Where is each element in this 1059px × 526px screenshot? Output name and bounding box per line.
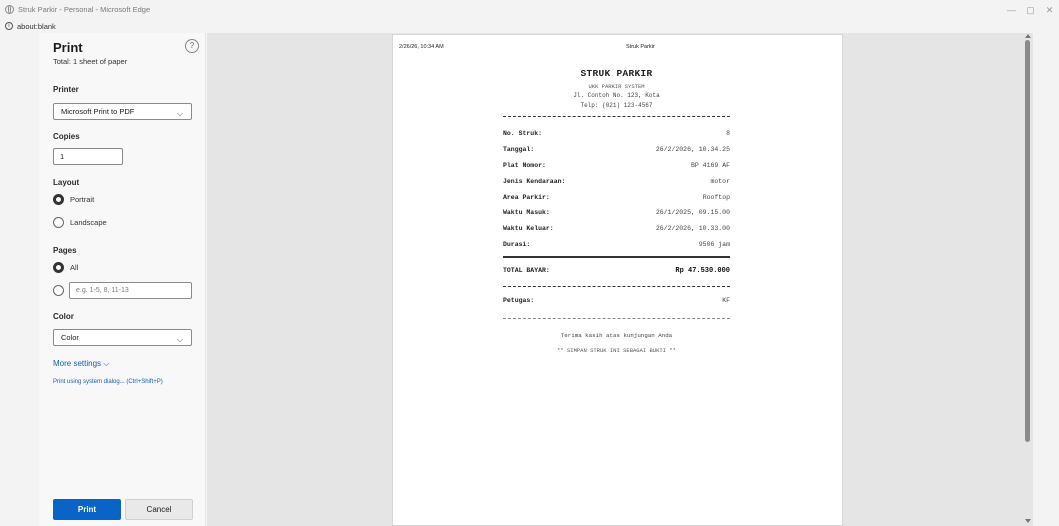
cancel-button[interactable]: Cancel [125, 499, 193, 520]
row-value: 26/2/2026, 10.33.00 [655, 225, 730, 232]
restore-button[interactable]: ▢ [1021, 3, 1040, 17]
receipt-row: No. Struk: 8 [503, 130, 730, 137]
row-key: Waktu Keluar: [503, 225, 554, 232]
sheet-count: Total: 1 sheet of paper [53, 57, 128, 66]
receipt-thin-divider [503, 318, 730, 319]
radio-unselected-icon [53, 217, 64, 228]
system-dialog-link[interactable]: Print using system dialog... (Ctrl+Shift… [53, 379, 163, 385]
radio-selected-icon [53, 262, 64, 273]
receipt-address: Jl. Contoh No. 123, Kota [573, 92, 660, 99]
row-key: Waktu Masuk: [503, 209, 550, 216]
landscape-label: Landscape [70, 218, 107, 227]
receipt-row: Waktu Keluar: 26/2/2026, 10.33.00 [503, 225, 730, 232]
page-header-title: Struk Parkir [626, 44, 655, 50]
receipt-row: Tanggal: 26/2/2026, 10.34.25 [503, 146, 730, 153]
row-value: 9506 jam [698, 241, 730, 248]
officer-label: Petugas: [503, 297, 535, 304]
row-key: Tanggal: [503, 146, 535, 153]
receipt-divider [503, 116, 730, 117]
row-value: BP 4169 AF [690, 162, 730, 169]
chevron-down-icon: ⌵ [176, 109, 183, 118]
receipt-officer-row: Petugas: KF [503, 297, 730, 304]
info-icon[interactable]: i [5, 22, 13, 30]
row-key: Plat Nomor: [503, 162, 546, 169]
portrait-label: Portrait [70, 195, 95, 204]
preview-scrollbar[interactable] [1023, 33, 1033, 526]
window-title-text: Struk Parkir - Personal - Microsoft Edge [18, 5, 151, 14]
receipt-row: Jenis Kendaraan: motor [503, 178, 730, 185]
receipt-row: Plat Nomor: BP 4169 AF [503, 162, 730, 169]
preview-page: 2/26/26, 10:34 AM Struk Parkir STRUK PAR… [392, 34, 843, 526]
row-value: 26/2/2026, 10.34.25 [655, 146, 730, 153]
pages-custom-radio[interactable] [53, 285, 64, 296]
window-title: Struk Parkir - Personal - Microsoft Edge [5, 5, 150, 14]
radio-selected-icon [53, 194, 64, 205]
color-select[interactable]: Color ⌵ [53, 329, 192, 346]
pages-label: Pages [53, 246, 77, 255]
radio-unselected-icon [53, 285, 64, 296]
copies-input[interactable]: 1 [53, 148, 123, 165]
pages-range-input[interactable]: e.g. 1-5, 8, 11-13 [69, 282, 192, 299]
window-controls: — ▢ ✕ [1002, 3, 1059, 17]
help-icon[interactable]: ? [185, 39, 199, 53]
receipt-solid-divider [503, 256, 730, 258]
row-value: Rooftop [702, 194, 730, 201]
pages-all-radio[interactable]: All [53, 262, 78, 273]
receipt-system-name: UKK PARKIR SYSTEM [588, 83, 645, 90]
globe-icon [5, 5, 14, 14]
printer-value: Microsoft Print to PDF [61, 107, 135, 116]
receipt-row: Waktu Masuk: 26/1/2025, 09.15.00 [503, 209, 730, 216]
receipt-phone: Telp: (021) 123-4567 [580, 102, 653, 109]
officer-value: KF [722, 297, 730, 304]
address-url[interactable]: about:blank [17, 22, 56, 31]
print-title: Print [53, 40, 83, 55]
scroll-up-icon[interactable] [1025, 34, 1031, 38]
row-value: motor [710, 178, 730, 185]
pages-all-label: All [70, 263, 79, 272]
chevron-down-icon: ⌵ [176, 335, 183, 344]
title-bar: Struk Parkir - Personal - Microsoft Edge… [0, 0, 1059, 21]
receipt-thanks: Terima kasih atas kunjungan Anda [560, 332, 673, 339]
minimize-button[interactable]: — [1002, 3, 1021, 17]
printer-label: Printer [53, 85, 79, 94]
row-value: 26/1/2025, 09.15.00 [655, 209, 730, 216]
scroll-down-icon[interactable] [1025, 519, 1031, 523]
layout-label: Layout [53, 178, 80, 187]
print-preview-area: 2/26/26, 10:34 AM Struk Parkir STRUK PAR… [207, 33, 1033, 526]
more-settings-link[interactable]: More settings ⌵ [53, 359, 109, 369]
total-label: TOTAL BAYAR: [503, 267, 550, 274]
layout-portrait-radio[interactable]: Portrait [53, 194, 94, 205]
scroll-thumb[interactable] [1025, 40, 1030, 442]
receipt-title: STRUK PARKIR [580, 68, 653, 79]
row-key: Durasi: [503, 241, 531, 248]
color-label: Color [53, 312, 74, 321]
receipt-row: Area Parkir: Rooftop [503, 194, 730, 201]
receipt-divider [503, 286, 730, 287]
color-value: Color [61, 333, 79, 342]
row-key: No. Struk: [503, 130, 543, 137]
layout-landscape-radio[interactable]: Landscape [53, 217, 107, 228]
address-bar: i about:blank [0, 21, 1059, 33]
page-header-date: 2/26/26, 10:34 AM [399, 44, 444, 50]
receipt-total-row: TOTAL BAYAR: Rp 47.530.000 [503, 267, 730, 275]
row-key: Area Parkir: [503, 194, 550, 201]
row-value: 8 [726, 130, 730, 137]
print-button[interactable]: Print [53, 499, 121, 520]
copies-label: Copies [53, 132, 80, 141]
print-settings-panel: Print Total: 1 sheet of paper ? Printer … [39, 33, 206, 526]
receipt-keep-note: ** SIMPAN STRUK INI SEBAGAI BUKTI ** [557, 347, 676, 354]
total-value: Rp 47.530.000 [675, 267, 730, 275]
printer-select[interactable]: Microsoft Print to PDF ⌵ [53, 103, 192, 120]
receipt-row: Durasi: 9506 jam [503, 241, 730, 248]
row-key: Jenis Kendaraan: [503, 178, 566, 185]
close-button[interactable]: ✕ [1040, 3, 1059, 17]
